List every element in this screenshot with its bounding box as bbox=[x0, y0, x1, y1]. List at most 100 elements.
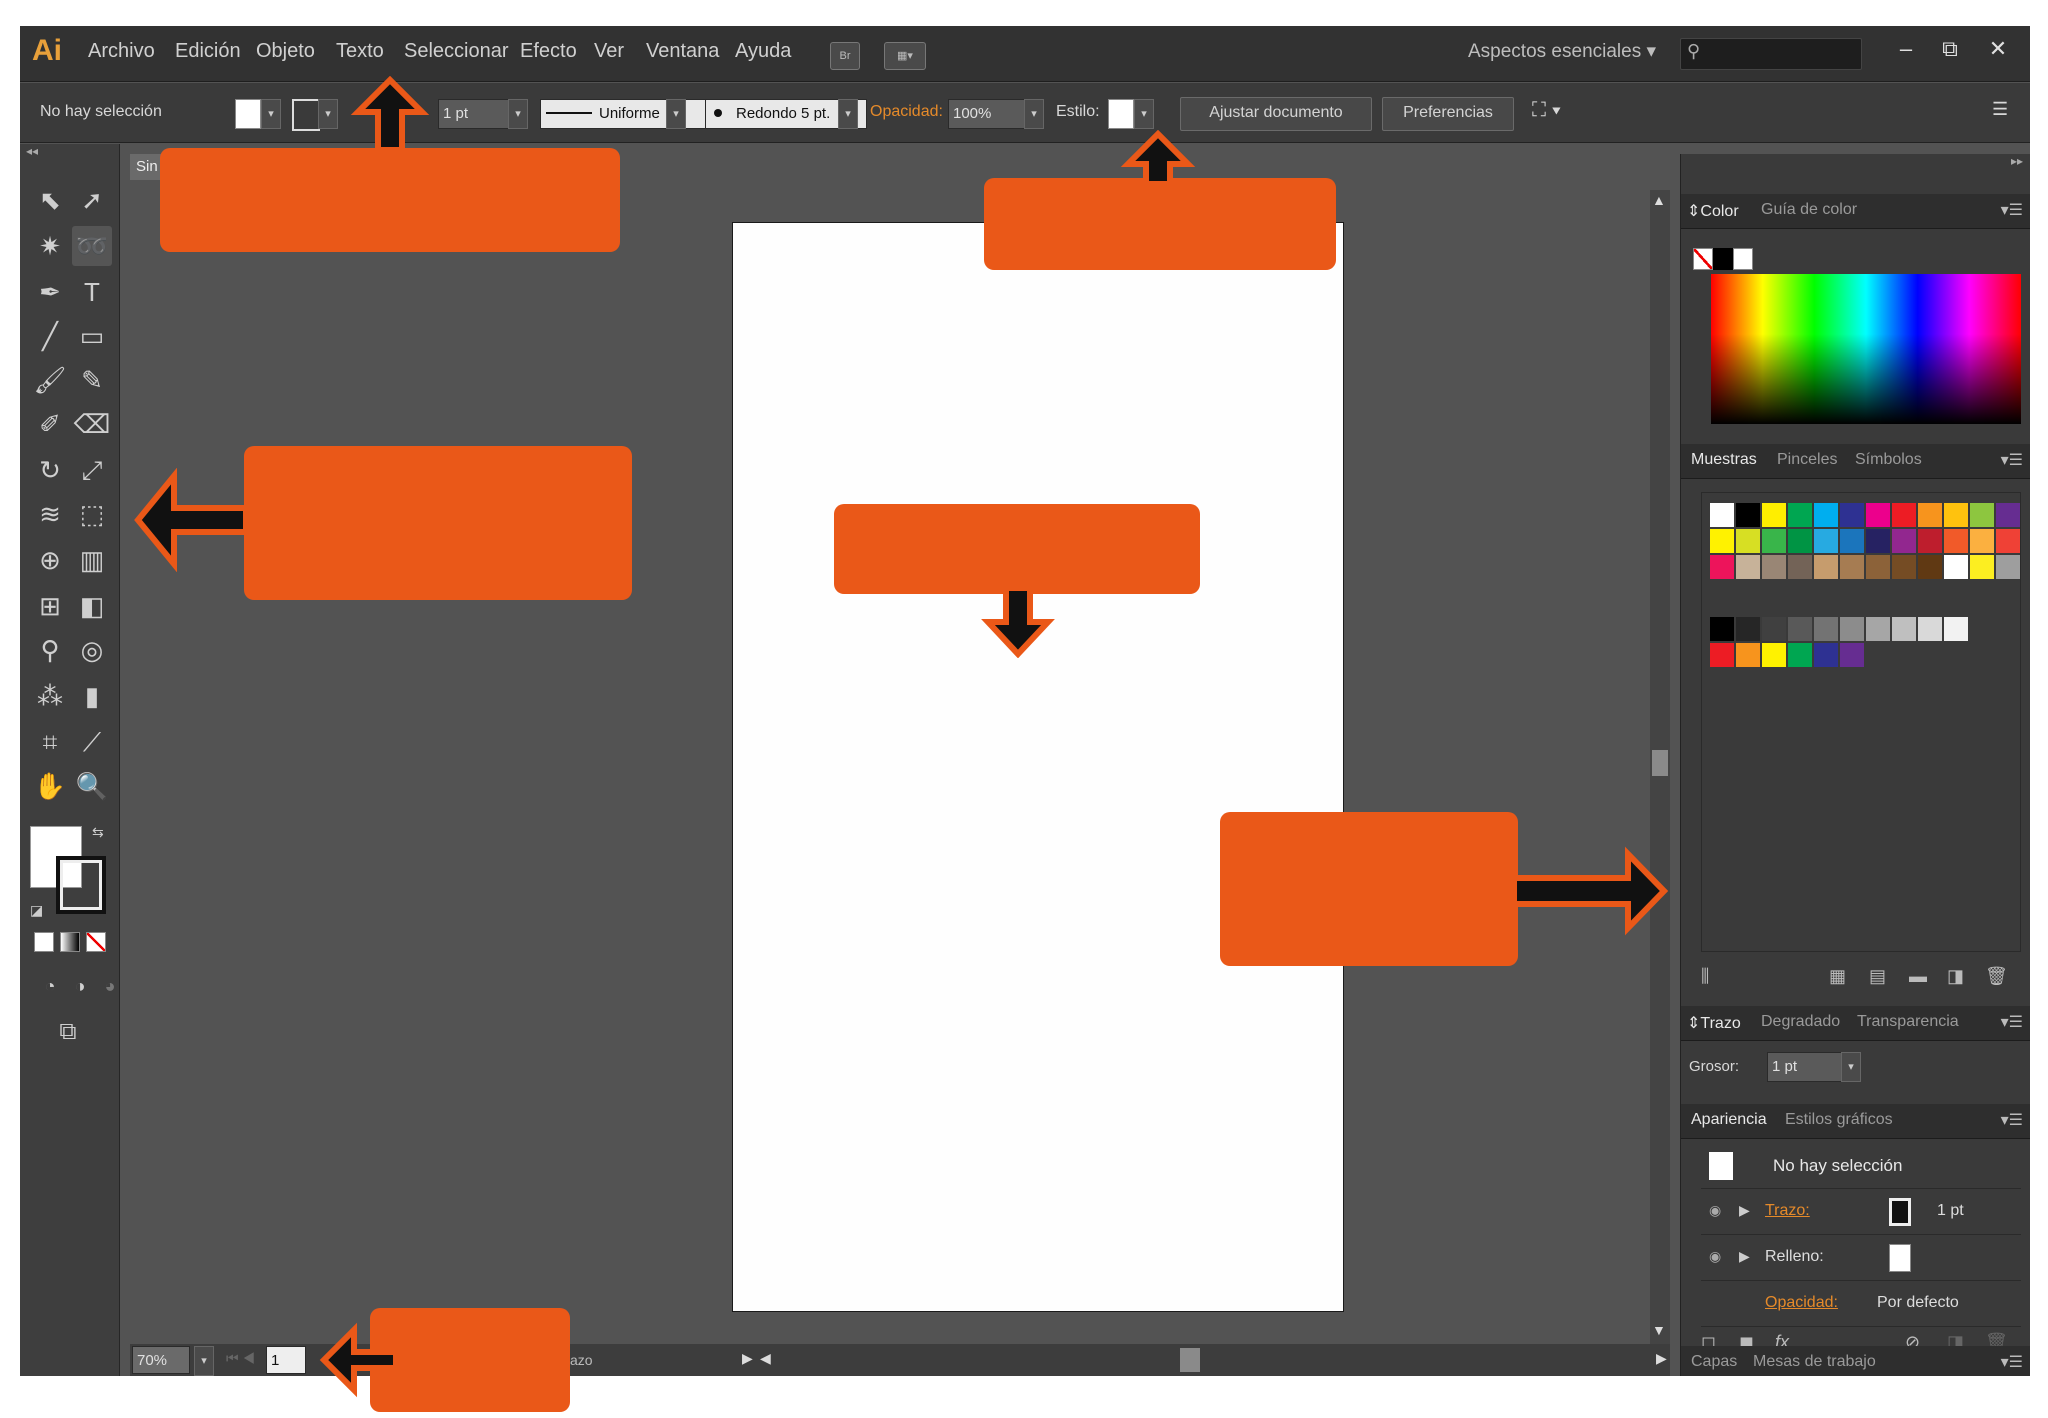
swatch-row2-10[interactable] bbox=[1970, 529, 1994, 553]
swatch-row1-1[interactable] bbox=[1736, 503, 1760, 527]
swatch-row3-6[interactable] bbox=[1866, 555, 1890, 579]
swatch-row2-8[interactable] bbox=[1918, 529, 1942, 553]
perspective-grid-tool-icon[interactable]: ▥ bbox=[72, 540, 112, 580]
expand-dock-icon[interactable]: ▸▸ bbox=[2011, 154, 2023, 168]
menu-efecto[interactable]: Efecto bbox=[520, 40, 577, 63]
status-menu-icon[interactable]: ▶ bbox=[742, 1350, 753, 1367]
zoom-tool-icon[interactable]: 🔍 bbox=[72, 766, 112, 806]
slice-tool-icon[interactable]: ⟋ bbox=[72, 722, 112, 762]
swatch-row2-4[interactable] bbox=[1814, 529, 1838, 553]
menu-objeto[interactable]: Objeto bbox=[256, 40, 315, 63]
swatch-row1-8[interactable] bbox=[1918, 503, 1942, 527]
pen-tool-icon[interactable]: ✒ bbox=[30, 272, 70, 312]
appearance-fill-swatch[interactable] bbox=[1889, 1244, 1911, 1272]
swatch-bright-5[interactable] bbox=[1840, 643, 1864, 667]
eraser-tool-icon[interactable]: ⌫ bbox=[72, 404, 112, 444]
swatch-bright-2[interactable] bbox=[1762, 643, 1786, 667]
fill-swatch[interactable] bbox=[235, 99, 261, 129]
swatch-gray-7[interactable] bbox=[1892, 617, 1916, 641]
free-transform-tool-icon[interactable]: ⬚ bbox=[72, 494, 112, 534]
swatches-panel-menu-icon[interactable]: ▾☰ bbox=[2001, 450, 2023, 470]
swatch-gray-4[interactable] bbox=[1814, 617, 1838, 641]
new-swatch-icon[interactable]: ◨ bbox=[1947, 966, 1964, 987]
zoom-dropdown[interactable]: ▾ bbox=[194, 1346, 214, 1376]
opacity-field[interactable]: 100% bbox=[948, 99, 1026, 129]
horizontal-scroll-thumb[interactable] bbox=[1180, 1348, 1200, 1372]
swatch-bright-1[interactable] bbox=[1736, 643, 1760, 667]
swatch-gray-9[interactable] bbox=[1944, 617, 1968, 641]
eyedropper-tool-icon[interactable]: ⚲ bbox=[30, 630, 70, 670]
swatch-row2-0[interactable] bbox=[1710, 529, 1734, 553]
appearance-opacity-row[interactable]: Opacidad: Por defecto bbox=[1701, 1282, 2021, 1327]
swatch-row2-1[interactable] bbox=[1736, 529, 1760, 553]
swatch-row3-0[interactable] bbox=[1710, 555, 1734, 579]
swatch-gray-1[interactable] bbox=[1736, 617, 1760, 641]
appearance-stroke-label[interactable]: Trazo: bbox=[1765, 1202, 1810, 1220]
blob-brush-tool-icon[interactable]: ✐ bbox=[30, 404, 70, 444]
default-colors-icon[interactable]: ◪ bbox=[30, 902, 43, 919]
scale-tool-icon[interactable]: ⤢ bbox=[72, 450, 112, 490]
color-panel-menu-icon[interactable]: ▾☰ bbox=[2001, 200, 2023, 220]
visibility-eye-icon[interactable]: ◉ bbox=[1709, 1202, 1721, 1219]
swatch-row3-1[interactable] bbox=[1736, 555, 1760, 579]
appearance-stroke-row[interactable]: ◉ ▶ Trazo: 1 pt bbox=[1701, 1190, 2021, 1235]
blend-tool-icon[interactable]: ◎ bbox=[72, 630, 112, 670]
menu-ver[interactable]: Ver bbox=[594, 40, 624, 63]
swatch-row1-5[interactable] bbox=[1840, 503, 1864, 527]
scroll-left-icon[interactable]: ◀ bbox=[760, 1350, 771, 1367]
swatch-bright-4[interactable] bbox=[1814, 643, 1838, 667]
swatch-gray-5[interactable] bbox=[1840, 617, 1864, 641]
color-spectrum[interactable] bbox=[1711, 274, 2021, 424]
rectangle-tool-icon[interactable]: ▭ bbox=[72, 316, 112, 356]
stroke-weight-dropdown[interactable]: ▾ bbox=[508, 99, 528, 129]
black-swatch[interactable] bbox=[1713, 248, 1733, 270]
stroke-swatch[interactable] bbox=[292, 99, 320, 131]
menu-archivo[interactable]: Archivo bbox=[88, 40, 155, 63]
stroke-panel-menu-icon[interactable]: ▾☰ bbox=[2001, 1012, 2023, 1032]
delete-swatch-icon[interactable]: 🗑 bbox=[1985, 966, 2008, 987]
swatch-row1-3[interactable] bbox=[1788, 503, 1812, 527]
appearance-stroke-swatch[interactable] bbox=[1889, 1198, 1911, 1226]
opacity-dropdown[interactable]: ▾ bbox=[1024, 99, 1044, 129]
swatch-row3-7[interactable] bbox=[1892, 555, 1916, 579]
swatch-bright-3[interactable] bbox=[1788, 643, 1812, 667]
graph-tool-icon[interactable]: ▮ bbox=[72, 676, 112, 716]
swatch-gray-0[interactable] bbox=[1710, 617, 1734, 641]
lasso-tool-icon[interactable]: ➿ bbox=[72, 226, 112, 266]
tab-graphic-styles[interactable]: Estilos gráficos bbox=[1785, 1111, 1893, 1129]
swatch-row2-2[interactable] bbox=[1762, 529, 1786, 553]
mesh-tool-icon[interactable]: ⊞ bbox=[30, 586, 70, 626]
swatch-gray-6[interactable] bbox=[1866, 617, 1890, 641]
fill-dropdown[interactable]: ▾ bbox=[261, 99, 281, 129]
swatch-row3-2[interactable] bbox=[1762, 555, 1786, 579]
tab-brushes[interactable]: Pinceles bbox=[1777, 451, 1837, 469]
tab-artboards[interactable]: Mesas de trabajo bbox=[1753, 1353, 1876, 1371]
swatch-row3-9[interactable] bbox=[1944, 555, 1968, 579]
appearance-fill-row[interactable]: ◉ ▶ Relleno: bbox=[1701, 1236, 2021, 1281]
pencil-tool-icon[interactable]: ✎ bbox=[72, 360, 112, 400]
swatch-row2-11[interactable] bbox=[1996, 529, 2020, 553]
scroll-right-icon[interactable]: ▶ bbox=[1656, 1350, 1667, 1367]
swatch-row3-3[interactable] bbox=[1788, 555, 1812, 579]
minimize-button[interactable]: ‒ bbox=[1888, 34, 1924, 64]
collapse-icon[interactable]: ◂◂ bbox=[26, 144, 38, 158]
scroll-down-icon[interactable]: ▼ bbox=[1652, 1322, 1666, 1338]
menu-seleccionar[interactable]: Seleccionar bbox=[404, 40, 509, 63]
menu-ventana[interactable]: Ventana bbox=[646, 40, 719, 63]
adjust-document-button[interactable]: Ajustar documento bbox=[1180, 97, 1372, 131]
tab-swatches[interactable]: Muestras bbox=[1691, 451, 1757, 469]
artboard[interactable] bbox=[732, 222, 1344, 1312]
swatch-gray-2[interactable] bbox=[1762, 617, 1786, 641]
layers-panel-menu-icon[interactable]: ▾☰ bbox=[2001, 1352, 2023, 1372]
gradient-tool-icon[interactable]: ◧ bbox=[72, 586, 112, 626]
gradient-mode-icon[interactable] bbox=[60, 932, 80, 952]
swatch-row2-3[interactable] bbox=[1788, 529, 1812, 553]
rotate-tool-icon[interactable]: ↻ bbox=[30, 450, 70, 490]
swatch-row3-10[interactable] bbox=[1970, 555, 1994, 579]
symbol-sprayer-tool-icon[interactable]: ⁂ bbox=[30, 676, 70, 716]
expand-triangle-icon[interactable]: ▶ bbox=[1739, 1202, 1750, 1219]
stroke-weight-input[interactable]: 1 pt bbox=[1767, 1052, 1843, 1082]
workspace-switcher[interactable]: Aspectos esenciales ▾ bbox=[1468, 40, 1656, 63]
swatch-row1-11[interactable] bbox=[1996, 503, 2020, 527]
brush-dropdown[interactable]: ▾ bbox=[838, 99, 858, 129]
